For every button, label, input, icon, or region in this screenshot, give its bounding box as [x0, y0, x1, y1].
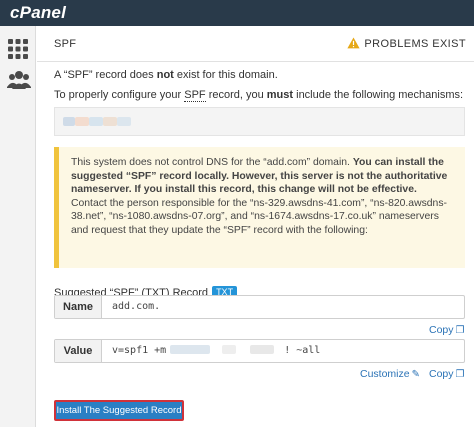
spf-abbr: SPF [184, 89, 206, 102]
status-text: PROBLEMS EXIST [364, 38, 466, 50]
value-label: Value [55, 340, 102, 362]
redacted-text [63, 117, 75, 126]
copy-value-link[interactable]: Copy ❐ [429, 368, 464, 380]
sidebar [0, 26, 36, 427]
status-indicator: PROBLEMS EXIST [347, 37, 466, 50]
warning-icon [347, 37, 361, 49]
redacted-text [103, 117, 117, 126]
value-field: Value v=spf1 +m! ~all [54, 339, 465, 363]
redacted-text [89, 117, 103, 126]
main-panel: SPF PROBLEMS EXIST A “SPF” record does n… [37, 26, 474, 427]
redacted-text [75, 117, 89, 126]
users-icon[interactable] [7, 70, 31, 92]
value-value[interactable]: v=spf1 +m! ~all [112, 345, 320, 356]
mechanism-instruction: To properly configure your SPF record, y… [54, 89, 464, 102]
redacted-text [117, 117, 131, 126]
redacted-text [222, 345, 237, 354]
grid-icon[interactable] [7, 38, 29, 60]
customize-link[interactable]: Customize ✎ [360, 368, 420, 380]
name-label: Name [55, 296, 102, 318]
redacted-text [250, 345, 275, 354]
section-title: SPF [54, 38, 77, 50]
mechanisms-box [54, 107, 465, 136]
copy-icon: ❐ [455, 325, 465, 336]
no-record-message: A “SPF” record does not exist for this d… [54, 69, 278, 81]
top-bar: cPanel [0, 0, 474, 26]
pencil-icon: ✎ [411, 369, 420, 380]
install-suggested-record-button[interactable]: Install The Suggested Record [54, 400, 184, 421]
copy-name-link[interactable]: Copy ❐ [429, 324, 464, 336]
dns-warning-notice: This system does not control DNS for the… [54, 147, 465, 268]
name-value[interactable]: add.com. [112, 301, 160, 312]
name-field: Name add.com. [54, 295, 465, 319]
redacted-text [170, 345, 211, 354]
section-header: SPF PROBLEMS EXIST [37, 26, 474, 62]
cpanel-logo[interactable]: cPanel [10, 3, 66, 23]
copy-icon: ❐ [455, 369, 465, 380]
